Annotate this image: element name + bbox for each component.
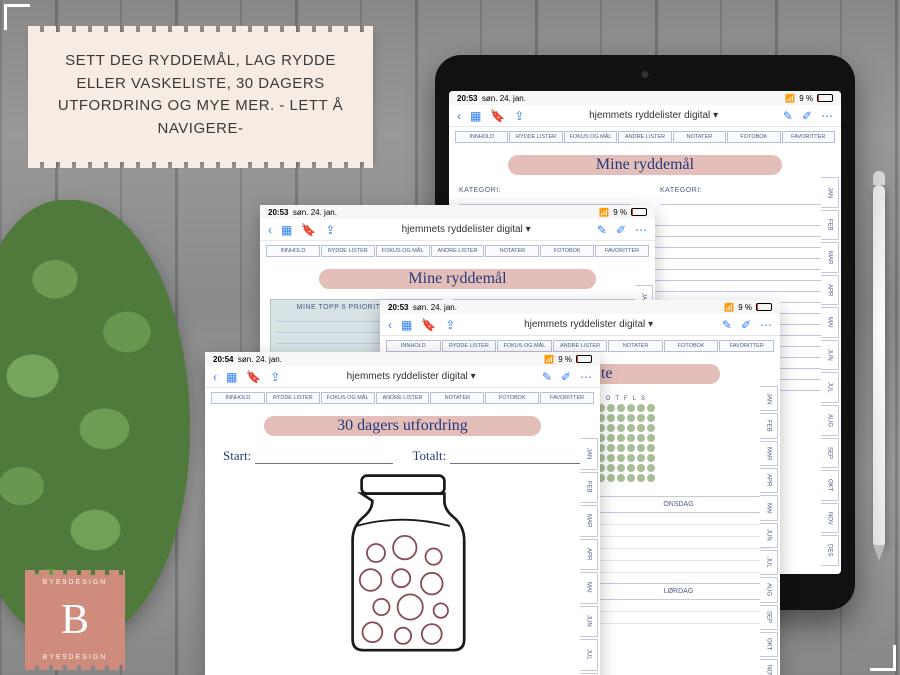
month-mar[interactable]: MAR <box>821 242 839 273</box>
more-icon[interactable]: ⋯ <box>821 109 833 123</box>
onsdag-box: ONSDAG <box>587 496 770 513</box>
total-label: Totalt: <box>413 448 447 464</box>
status-time: 20:53 søn. 24. jan. <box>457 94 526 103</box>
tab-fokus[interactable]: FOKUS OG MÅL <box>564 131 617 143</box>
section-tabs: INNHOLD RYDDE LISTER FOKUS OG MÅL ANDRE … <box>449 127 841 147</box>
start-label: Start: <box>223 448 251 464</box>
month-sep[interactable]: SEP <box>821 438 839 469</box>
month-des[interactable]: DES <box>821 535 839 566</box>
tab-innhold[interactable]: INNHOLD <box>455 131 508 143</box>
tracker-dots[interactable] <box>587 404 770 482</box>
tab-favoritter[interactable]: FAVORITTER <box>782 131 835 143</box>
lordag-box: LØRDAG <box>587 583 770 600</box>
month-jul[interactable]: JUL <box>821 372 839 403</box>
total-input[interactable] <box>450 452 582 464</box>
month-nov[interactable]: NOV <box>821 503 839 534</box>
brand-watermark: BYE9DESIGN B BYE9DESIGN <box>25 575 125 665</box>
brand-initial: B <box>25 575 125 665</box>
bookmark-icon[interactable]: 🔖 <box>490 109 505 123</box>
category-label-l: KATEGORI: <box>459 187 501 194</box>
doc-title[interactable]: hjemmets ryddelister digital ▾ <box>589 110 718 121</box>
float-page-30dagers: 20:54 søn. 24. jan.📶9 % ‹▦🔖⇪ hjemmets ry… <box>205 352 600 675</box>
camera-dot <box>642 71 649 78</box>
tab-fotobok[interactable]: FOTOBOK <box>727 131 780 143</box>
month-aug[interactable]: AUG <box>821 405 839 436</box>
jar-illustration <box>328 472 478 652</box>
tab-notater[interactable]: NOTATER <box>673 131 726 143</box>
weekday-row: MTOTFLS <box>587 396 770 402</box>
status-bar: 20:53 søn. 24. jan. 📶9 % <box>449 91 841 105</box>
month-jan[interactable]: JAN <box>821 177 839 208</box>
app-toolbar: ‹ ▦ 🔖 ⇪ hjemmets ryddelister digital ▾ ✎… <box>449 105 841 127</box>
battery-icon <box>817 94 833 102</box>
crop-corner-tl <box>4 4 30 30</box>
grid-icon[interactable]: ▦ <box>470 109 481 123</box>
category-label-r: KATEGORI: <box>660 187 702 194</box>
promo-text: SETT DEG RYDDEMÅL, LAG RYDDE ELLER VASKE… <box>58 52 343 137</box>
tab-andre[interactable]: ANDRE LISTER <box>618 131 671 143</box>
new-icon[interactable]: ✎ <box>783 109 793 123</box>
apple-pencil <box>873 185 885 545</box>
month-apr[interactable]: APR <box>821 275 839 306</box>
promo-banner: SETT DEG RYDDEMÅL, LAG RYDDE ELLER VASKE… <box>28 32 373 162</box>
start-input[interactable] <box>255 452 392 464</box>
month-tabs: JAN FEB MAR APR MAI JUN JUL AUG SEP OKT … <box>821 177 839 566</box>
page-heading: Mine ryddemål <box>508 155 782 175</box>
month-mai[interactable]: MAI <box>821 307 839 338</box>
pen-icon[interactable]: ✐ <box>802 109 812 123</box>
tab-ryddelister[interactable]: RYDDE LISTER <box>509 131 562 143</box>
month-feb[interactable]: FEB <box>821 210 839 241</box>
back-icon[interactable]: ‹ <box>457 109 461 123</box>
crop-corner-br <box>870 645 896 671</box>
battery-label: 9 % <box>799 94 813 103</box>
month-jun[interactable]: JUN <box>821 340 839 371</box>
brand-ring-bottom: BYE9DESIGN <box>25 654 125 661</box>
share-icon[interactable]: ⇪ <box>514 109 524 123</box>
month-okt[interactable]: OKT <box>821 470 839 501</box>
